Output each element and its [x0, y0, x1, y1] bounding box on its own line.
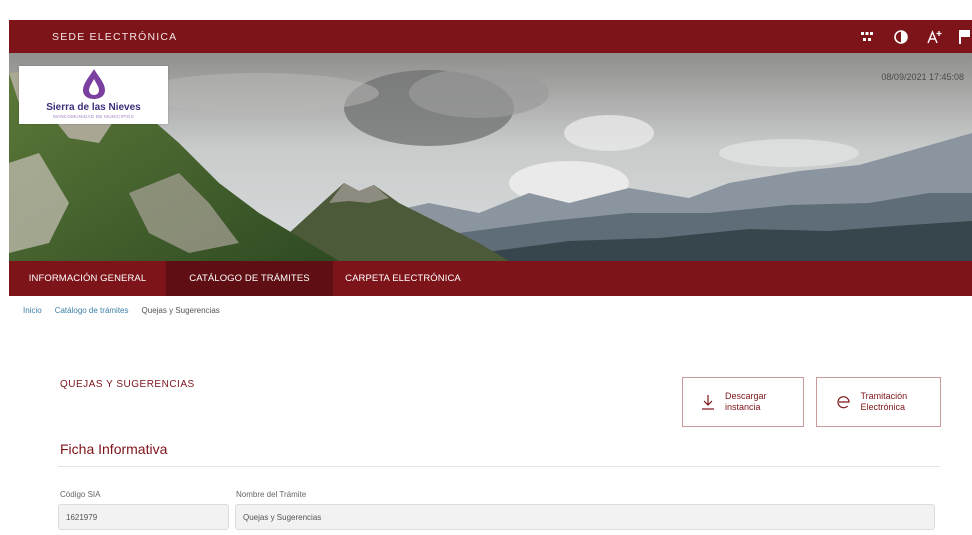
page-title: QUEJAS Y SUGERENCIAS [60, 379, 195, 390]
divider [58, 466, 940, 467]
breadcrumb-catalogo[interactable]: Catálogo de trámites [55, 306, 129, 315]
header-tools [844, 20, 972, 53]
logo-text: Sierra de las Nieves [46, 102, 141, 113]
datetime: 08/09/2021 17:45:08 [881, 72, 964, 82]
nav-item-carpeta-electronica[interactable]: CARPETA ELECTRÓNICA [333, 261, 473, 296]
download-form-button[interactable]: Descargar instancia [682, 377, 804, 427]
logo-subtitle: MANCOMUNIDAD DE MUNICIPIOS [52, 114, 135, 119]
breadcrumb-inicio[interactable]: Inicio [23, 306, 42, 315]
download-icon [699, 393, 717, 411]
breadcrumb-current: Quejas y Sugerencias [141, 306, 220, 315]
main-nav: INFORMACIÓN GENERAL CATÁLOGO DE TRÁMITES… [9, 261, 972, 296]
contrast-icon[interactable] [890, 26, 912, 48]
sia-code-label: Código SIA [60, 490, 101, 499]
procedure-name-field: Quejas y Sugerencias [235, 504, 935, 530]
logo-mark-icon [83, 69, 105, 99]
e-icon [835, 393, 853, 411]
flag-icon[interactable] [958, 26, 972, 48]
breadcrumb: Inicio Catálogo de trámites Quejas y Sug… [23, 306, 220, 315]
top-strip [0, 0, 972, 20]
electronic-button-label: Tramitación Electrónica [860, 391, 908, 412]
electronic-processing-button[interactable]: Tramitación Electrónica [816, 377, 941, 427]
header-bar: SEDE ELECTRÓNICA [9, 20, 972, 53]
font-size-icon[interactable] [924, 26, 946, 48]
download-button-label: Descargar instancia [725, 391, 767, 412]
header-banner: Sierra de las Nieves MANCOMUNIDAD DE MUN… [9, 53, 972, 261]
procedure-name-label: Nombre del Trámite [236, 490, 307, 499]
section-title: Ficha Informativa [60, 441, 168, 457]
sitemap-icon[interactable] [856, 26, 878, 48]
nav-item-informacion-general[interactable]: INFORMACIÓN GENERAL [9, 261, 166, 296]
sia-code-field: 1621979 [58, 504, 229, 530]
logo[interactable]: Sierra de las Nieves MANCOMUNIDAD DE MUN… [19, 66, 168, 124]
nav-item-catalogo-tramites[interactable]: CATÁLOGO DE TRÁMITES [166, 261, 333, 296]
site-title: SEDE ELECTRÓNICA [52, 30, 178, 43]
